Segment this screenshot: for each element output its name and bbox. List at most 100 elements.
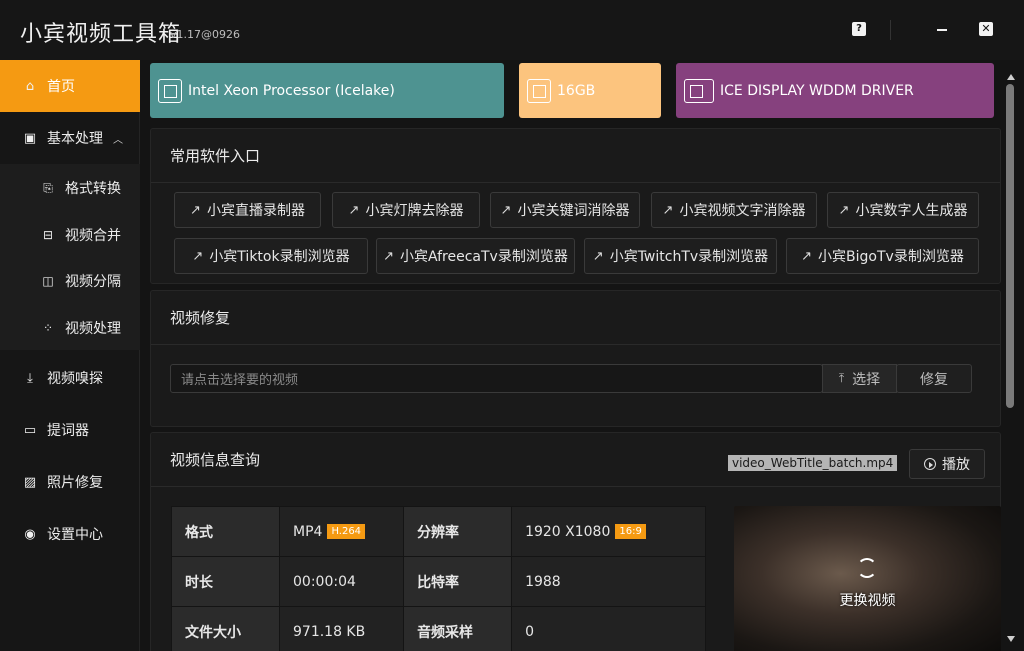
process-icon: ⁘ xyxy=(42,321,54,335)
software-button[interactable]: ↗ 小宾关键词消除器 xyxy=(490,192,640,228)
sidebar-subitem-split[interactable]: ◫ 视频分隔 xyxy=(0,258,140,304)
scroll-down-icon[interactable] xyxy=(1007,636,1015,642)
file-name-label: video_WebTitle_batch.mp4 xyxy=(728,455,898,471)
panel-title: 视频修复 xyxy=(151,291,1000,345)
chevron-up-icon: ︿ xyxy=(113,134,123,146)
sidebar-item-label: 设置中心 xyxy=(47,527,103,543)
info-value: MP4 H.264 xyxy=(278,506,405,557)
gpu-label: ICE DISPLAY WDDM DRIVER xyxy=(720,82,914,99)
video-preview[interactable]: 更换视频 xyxy=(734,506,1001,651)
software-button[interactable]: ↗ 小宾AfreecaTv录制浏览器 xyxy=(376,238,575,274)
software-button[interactable]: ↗ 小宾TwitchTv录制浏览器 xyxy=(584,238,777,274)
ram-label: 16GB xyxy=(557,82,596,99)
app-version: v1.17@0926 xyxy=(170,28,240,41)
download-icon: ⤓ xyxy=(27,370,33,386)
cpu-card: Intel Xeon Processor (Icelake) xyxy=(150,63,504,118)
sidebar-subitem-label: 视频合并 xyxy=(65,228,121,244)
software-button[interactable]: ↗ 小宾视频文字消除器 xyxy=(651,192,817,228)
merge-icon: ⊟ xyxy=(42,228,54,242)
sidebar-item-label: 视频嗅探 xyxy=(47,371,103,387)
sidebar-item-label: 照片修复 xyxy=(47,475,103,491)
cpu-icon xyxy=(158,78,182,103)
sidebar-item-settings[interactable]: ◉ 设置中心 xyxy=(0,508,140,560)
help-icon[interactable]: ? xyxy=(852,22,866,36)
software-panel: 常用软件入口 ↗ 小宾直播录制器 ↗ 小宾灯牌去除器 ↗ 小宾关键词消除器 ↗ 小宾视频… xyxy=(150,128,1001,284)
close-icon[interactable]: ✕ xyxy=(979,22,993,36)
select-button[interactable]: ⤒ 选择 xyxy=(822,364,897,393)
software-button[interactable]: ↗ 小宾直播录制器 xyxy=(174,192,321,228)
external-link-icon: ↗ xyxy=(348,202,360,218)
info-value: 00:00:04 xyxy=(278,556,405,607)
table-row: 时长 00:00:04 比特率 1988 xyxy=(171,556,706,607)
processing-icon: ▣ xyxy=(23,130,37,146)
info-key: 比特率 xyxy=(403,556,513,607)
scroll-up-icon[interactable] xyxy=(1007,74,1015,80)
external-link-icon: ↗ xyxy=(383,248,395,264)
cpu-label: Intel Xeon Processor (Icelake) xyxy=(188,82,395,99)
info-value: 0 xyxy=(511,606,706,651)
panel-title: 常用软件入口 xyxy=(151,129,1000,183)
divider xyxy=(890,20,891,40)
info-key: 时长 xyxy=(171,556,280,607)
video-info-table: 格式 MP4 H.264 分辨率 1920 X1080 16:9 时长 00:00:… xyxy=(171,506,706,651)
external-link-icon: ↗ xyxy=(192,248,204,264)
software-button[interactable]: ↗ 小宾数字人生成器 xyxy=(827,192,979,228)
gpu-card: ICE DISPLAY WDDM DRIVER xyxy=(676,63,994,118)
info-key: 格式 xyxy=(171,506,280,557)
sidebar-subitem-label: 格式转换 xyxy=(65,181,121,197)
home-icon: ⌂ xyxy=(25,78,35,94)
external-link-icon: ↗ xyxy=(190,202,201,218)
sidebar-item-sniffer[interactable]: ⤓ 视频嗅探 xyxy=(0,352,140,404)
info-value: 1920 X1080 16:9 xyxy=(511,506,706,557)
info-key: 分辨率 xyxy=(403,506,513,557)
sidebar-item-teleprompter[interactable]: ▭ 提词器 xyxy=(0,404,140,456)
external-link-icon: ↗ xyxy=(500,202,512,218)
repair-panel: 视频修复 请点击选择要的视频 ⤒ 选择 修复 xyxy=(150,290,1001,427)
video-info-panel: 视频信息查询 video_WebTitle_batch.mp4 播放 格式 MP… xyxy=(150,432,1001,651)
photo-icon: ▨ xyxy=(23,474,37,490)
external-link-icon: ↗ xyxy=(801,248,813,264)
table-row: 文件大小 971.18 KB 音频采样 0 xyxy=(171,606,706,651)
sidebar-item-basic-processing[interactable]: ▣ 基本处理 ︿ xyxy=(0,112,140,164)
upload-icon: ⤒ xyxy=(838,371,845,385)
info-value: 1988 xyxy=(511,556,706,607)
external-link-icon: ↗ xyxy=(838,202,850,218)
info-key: 文件大小 xyxy=(171,606,280,651)
title-bar: 小宾视频工具箱 v1.17@0926 ? ✕ xyxy=(0,0,1024,60)
gpu-icon xyxy=(684,78,714,103)
sidebar-item-home[interactable]: ⌂ 首页 xyxy=(0,60,140,112)
change-video-label: 更换视频 xyxy=(839,593,896,609)
software-button[interactable]: ↗ 小宾BigoTv录制浏览器 xyxy=(786,238,979,274)
external-link-icon: ↗ xyxy=(592,248,604,264)
sidebar-item-label: 提词器 xyxy=(47,423,89,439)
minimize-icon[interactable] xyxy=(935,22,949,36)
scrollbar[interactable] xyxy=(1004,74,1016,644)
app-title: 小宾视频工具箱 xyxy=(20,22,182,47)
main-content: Intel Xeon Processor (Icelake) 16GB ICE … xyxy=(141,60,1024,651)
play-button[interactable]: 播放 xyxy=(909,449,985,479)
sidebar-item-photo-repair[interactable]: ▨ 照片修复 xyxy=(0,456,140,508)
refresh-icon xyxy=(857,558,877,578)
sidebar-subitem-process[interactable]: ⁘ 视频处理 xyxy=(0,305,140,351)
software-button[interactable]: ↗ 小宾灯牌去除器 xyxy=(332,192,480,228)
codec-badge: H.264 xyxy=(327,524,366,539)
split-icon: ◫ xyxy=(42,274,54,288)
scroll-thumb[interactable] xyxy=(1006,84,1014,408)
ram-card: 16GB xyxy=(519,63,661,118)
settings-icon: ◉ xyxy=(24,526,36,542)
info-key: 音频采样 xyxy=(403,606,513,651)
sidebar-item-label: 基本处理 xyxy=(47,131,103,147)
play-icon xyxy=(924,458,936,470)
sidebar-item-label: 首页 xyxy=(47,79,75,95)
sidebar-subitem-label: 视频分隔 xyxy=(65,274,121,290)
aspect-badge: 16:9 xyxy=(615,524,646,539)
software-button[interactable]: ↗ 小宾Tiktok录制浏览器 xyxy=(174,238,368,274)
external-link-icon: ↗ xyxy=(662,202,674,218)
sidebar-subitem-merge[interactable]: ⊟ 视频合并 xyxy=(0,212,140,258)
sidebar-subitem-label: 视频处理 xyxy=(65,321,121,337)
memory-icon xyxy=(527,78,551,103)
repair-button[interactable]: 修复 xyxy=(896,364,972,393)
video-path-input[interactable]: 请点击选择要的视频 xyxy=(170,364,823,393)
file-convert-icon: ⎘ xyxy=(43,180,53,195)
sidebar-subitem-format-convert[interactable]: ⎘ 格式转换 xyxy=(0,165,140,211)
